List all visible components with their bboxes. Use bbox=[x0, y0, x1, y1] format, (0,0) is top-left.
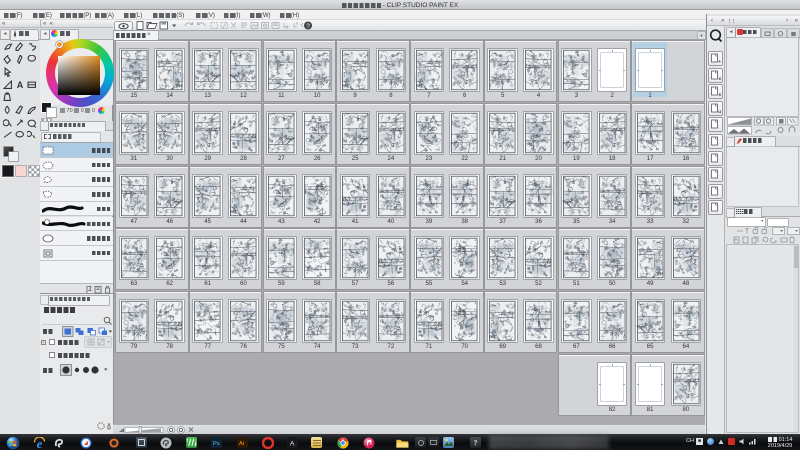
svg-text:Ai: Ai bbox=[239, 441, 244, 447]
svg-text:?: ? bbox=[474, 439, 478, 448]
svg-text:A: A bbox=[290, 441, 295, 448]
svg-text:Ps: Ps bbox=[213, 441, 220, 447]
svg-text:e: e bbox=[37, 437, 43, 450]
svg-text:?: ? bbox=[306, 23, 310, 30]
